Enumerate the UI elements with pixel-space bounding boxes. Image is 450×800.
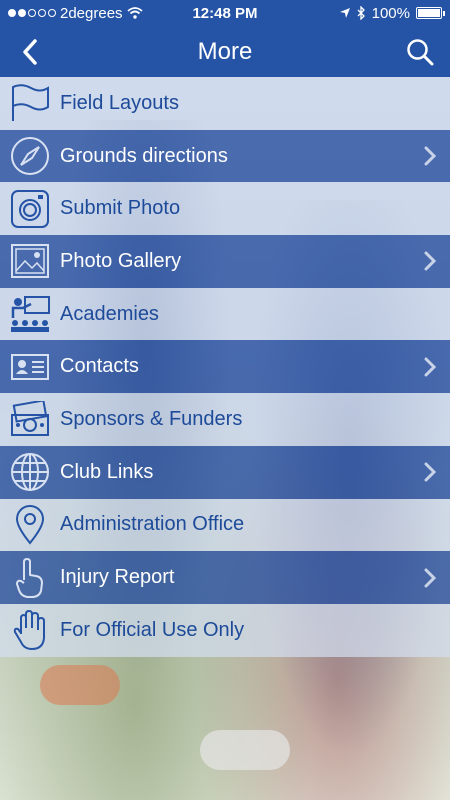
chevron-right-icon (410, 251, 450, 271)
globe-icon (0, 446, 60, 498)
chevron-right-icon (410, 568, 450, 588)
menu-item-label: Academies (60, 302, 159, 325)
menu-item-field-layouts[interactable]: Field Layouts (0, 77, 450, 130)
menu-item-grounds-directions[interactable]: Grounds directions (0, 129, 450, 183)
chevron-right-icon (410, 357, 450, 377)
menu-list: Field Layouts Grounds directions Submit … (0, 77, 450, 657)
menu-item-label: Submit Photo (60, 197, 181, 220)
status-time: 12:48 PM (192, 4, 258, 22)
location-pin-icon (0, 499, 60, 551)
menu-item-photo-gallery[interactable]: Photo Gallery (0, 235, 450, 288)
signal-icon (8, 9, 56, 17)
menu-item-club-links[interactable]: Club Links (0, 445, 450, 499)
menu-item-label: Contacts (60, 355, 139, 378)
search-icon (407, 38, 434, 65)
image-icon (0, 235, 60, 287)
search-button[interactable] (390, 26, 450, 77)
menu-item-academies[interactable]: Academies (0, 287, 450, 341)
chevron-right-icon (410, 462, 450, 482)
compass-icon (0, 130, 60, 182)
back-button[interactable] (0, 26, 60, 77)
menu-item-label: For Official Use Only (60, 618, 245, 641)
flag-icon (0, 77, 60, 129)
classroom-icon (0, 288, 60, 340)
carrier-name: 2degrees (60, 4, 123, 22)
location-arrow-icon (339, 8, 350, 18)
contact-card-icon (0, 341, 60, 393)
battery-percent: 100% (371, 4, 410, 22)
status-bar: 2degrees 12:48 PM 100% (0, 0, 450, 26)
chevron-right-icon (410, 146, 450, 166)
menu-item-label: Photo Gallery (60, 249, 182, 272)
menu-item-administration-office[interactable]: Administration Office (0, 498, 450, 552)
hand-icon (0, 604, 60, 656)
menu-item-official-use[interactable]: For Official Use Only (0, 603, 450, 657)
menu-item-label: Administration Office (60, 513, 245, 536)
pointing-hand-icon (0, 552, 60, 604)
money-icon (0, 393, 60, 445)
menu-item-injury-report[interactable]: Injury Report (0, 551, 450, 604)
menu-item-label: Grounds directions (60, 144, 228, 167)
page-title: More (197, 37, 253, 65)
camera-icon (0, 183, 60, 235)
menu-item-contacts[interactable]: Contacts (0, 340, 450, 394)
menu-item-label: Club Links (60, 460, 154, 483)
menu-item-sponsors-funders[interactable]: Sponsors & Funders (0, 393, 450, 446)
battery-icon (416, 7, 445, 19)
navigation-bar: More (0, 26, 450, 77)
menu-item-label: Injury Report (60, 566, 175, 589)
wifi-icon (126, 7, 143, 19)
menu-item-label: Field Layouts (60, 91, 179, 114)
chevron-left-icon (23, 38, 37, 65)
bluetooth-icon (357, 6, 365, 20)
menu-item-submit-photo[interactable]: Submit Photo (0, 182, 450, 236)
menu-item-label: Sponsors & Funders (60, 407, 243, 430)
